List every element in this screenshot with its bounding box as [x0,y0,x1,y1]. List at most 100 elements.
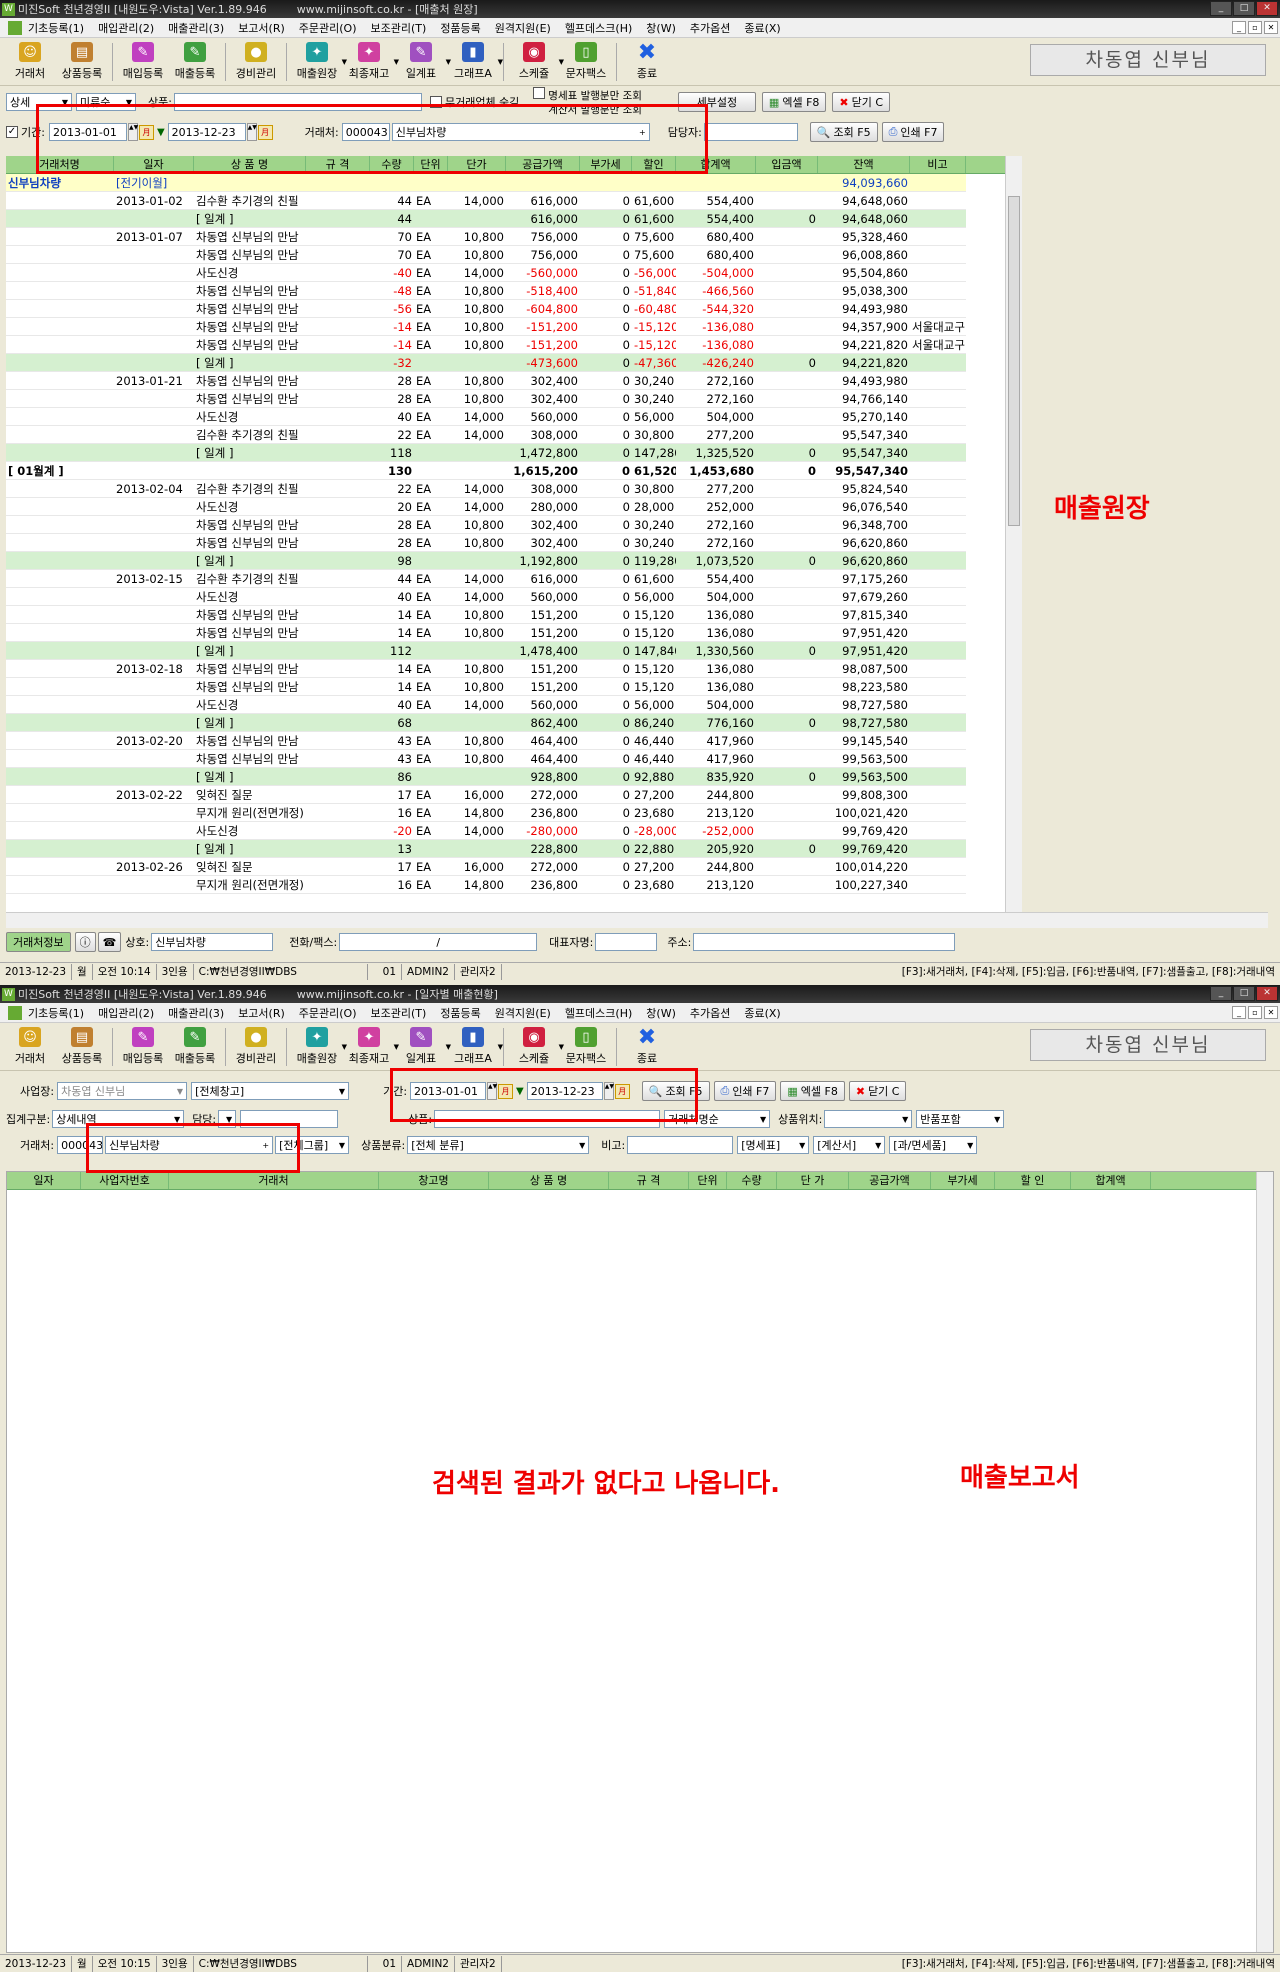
client-info-tab[interactable]: 거래처정보 [6,932,71,952]
ceo-input[interactable] [595,933,658,951]
menu-item[interactable]: 정품등록 [440,20,480,36]
sort-select[interactable]: 미류순 ▼ [76,93,136,111]
toolbar-ledger-button[interactable]: ✦ 매출원장 [291,40,347,84]
table-row[interactable]: [ 일계 ] 86 928,800 0 92,880 835,920 0 99,563,500 [6,768,1022,786]
table-row[interactable]: [ 일계 ]1181,472,8000147,2801,325,520095,5… [6,444,1022,462]
close-button[interactable]: ✖ 닫기 C [848,1081,907,1101]
print-button[interactable]: ⎙ 인쇄 F7 [713,1081,777,1101]
mdi-close-button[interactable]: ✕ [1264,1006,1278,1019]
menu-item[interactable]: 주문관리(O) [299,20,357,36]
taxfree-select[interactable]: [과/면세품] ▼ [889,1136,978,1154]
column-header[interactable]: 단 가 [777,1172,849,1189]
calendar-icon[interactable]: 月 [498,1083,514,1099]
date-from-spinner[interactable]: ▲▼ [487,1082,497,1100]
close-window-button[interactable]: ✕ [1256,1,1278,16]
client-code-input[interactable]: 000043 [57,1136,104,1154]
excel-button[interactable]: ▦ 엑셀 F8 [761,92,827,112]
menu-item[interactable]: 원격지원(E) [495,1005,551,1021]
menu-item[interactable]: 보고서(R) [238,20,285,36]
column-header[interactable]: 상 품 명 [489,1172,609,1189]
table-row[interactable]: [ 일계 ] 68 862,400 0 86,240 776,160 0 98,727,580 [6,714,1022,732]
toolbar-daily-button[interactable]: ✎ 일계표 [395,1025,451,1069]
address-input[interactable] [693,933,956,951]
column-header[interactable]: 공급가액 [506,156,580,173]
date-to-spinner[interactable]: ▲▼ [246,123,257,141]
table-row[interactable]: 사도신경 20 EA 14,000 280,000 0 28,000 252,000 96,07… [6,498,1022,516]
table-row[interactable]: [ 01월계 ] 130 1,615,200 0 61,520 1,453,680 0 95,… [6,462,1022,480]
column-header[interactable]: 공급가액 [849,1172,931,1189]
column-header[interactable]: 부가세 [931,1172,995,1189]
table-row[interactable]: 2013-01-02 김수환 추기경의 친필 44 EA 14,000 616,000 0 6… [6,192,1022,210]
return-select[interactable]: 반품포함 ▼ [916,1110,1005,1128]
menu-item[interactable]: 종료(X) [744,20,780,36]
calendar-icon[interactable]: 月 [138,124,154,140]
mdi-restore-button[interactable]: ▫ [1248,21,1262,34]
maximize-button[interactable]: □ [1233,986,1255,1001]
menu-item[interactable]: 창(W) [646,1005,676,1021]
mdi-close-button[interactable]: ✕ [1264,21,1278,34]
date-from-input[interactable]: 2013-01-01 [48,123,127,141]
table-row[interactable]: 차동엽 신부님의 만남 28 EA 10,800 302,400 0 30,240 272,1… [6,390,1022,408]
column-header[interactable]: 사업자번호 [81,1172,169,1189]
client-name-input[interactable]: 신부님차량 + [105,1136,274,1154]
table-row[interactable]: 차동엽 신부님의 만남 -48 EA 10,800 -518,400 0 -51,840 -4… [6,282,1022,300]
table-row[interactable]: [ 일계 ]1121,478,4000147,8401,330,560097,9… [6,642,1022,660]
column-header[interactable]: 할 인 [995,1172,1071,1189]
table-row[interactable]: [ 일계 ] 44 616,000 0 61,600 554,400 0 94,648,060 [6,210,1022,228]
column-header[interactable]: 단위 [689,1172,727,1189]
toolbar-sms-button[interactable]: ▯ 문자팩스 [560,40,612,84]
menu-item[interactable]: 주문관리(O) [299,1005,357,1021]
column-header[interactable]: 규 격 [306,156,370,173]
scroll-thumb[interactable] [1008,196,1020,526]
menu-item[interactable]: 종료(X) [744,1005,780,1021]
calendar-icon[interactable]: 月 [257,124,273,140]
table-row[interactable]: 사도신경 -40 EA 14,000 -560,000 0 -56,000 -504,000 9… [6,264,1022,282]
table-row[interactable]: 2013-02-20 차동엽 신부님의 만남 43 EA 10,800 464,400 0 4… [6,732,1022,750]
column-header[interactable]: 수량 [727,1172,777,1189]
column-header[interactable]: 거래처명 [6,156,114,173]
table-row[interactable]: 2013-01-07 차동엽 신부님의 만남 70 EA 10,800 756,000 0 7… [6,228,1022,246]
menu-item[interactable]: 매입관리(2) [98,20,154,36]
column-header[interactable]: 잔액 [818,156,910,173]
product-input[interactable] [434,1110,661,1128]
lookup-plus-icon[interactable]: + [636,128,646,137]
table-row[interactable]: 차동엽 신부님의 만남 28 EA 10,800 302,400 0 30,240 272,1… [6,516,1022,534]
date-to-spinner[interactable]: ▲▼ [603,1082,614,1100]
toolbar-sms-button[interactable]: ▯ 문자팩스 [560,1025,612,1069]
date-from-input[interactable]: 2013-01-01 [410,1082,487,1100]
toolbar-graph-button[interactable]: ▮ 그래프A [447,40,503,84]
toolbar-graph-button[interactable]: ▮ 그래프A [447,1025,503,1069]
toolbar-exit-button[interactable]: ✖ 종료 [621,1025,673,1069]
table-row[interactable]: 차동엽 신부님의 만남 14 EA 10,800 151,200 0 15,120 136,0… [6,678,1022,696]
menu-item[interactable]: 보고서(R) [238,1005,285,1021]
mdi-restore-button[interactable]: ▫ [1248,1006,1262,1019]
date-to-input[interactable]: 2013-12-23 [526,1082,603,1100]
manager-input[interactable] [240,1110,339,1128]
toolbar-purchase-button[interactable]: ✎ 매입등록 [117,1025,169,1069]
mdi-minimize-button[interactable]: _ [1232,1006,1246,1019]
print-button[interactable]: ⎙ 인쇄 F7 [881,122,945,142]
info-icon-button[interactable]: ⓘ [74,932,96,952]
detail-setup-button[interactable]: 세부설정 [677,92,756,112]
menu-item[interactable]: 매출관리(3) [168,20,224,36]
menu-item[interactable]: 매출관리(3) [168,1005,224,1021]
close-button[interactable]: ✖ 닫기 C [832,92,891,112]
table-row[interactable]: 차동엽 신부님의 만남 28 EA 10,800 302,400 0 30,240 272,1… [6,534,1022,552]
shop-input[interactable]: 신부님차량 [151,933,274,951]
group-select[interactable]: [전체그룹] ▼ [275,1136,350,1154]
column-header[interactable]: 거래처 [169,1172,379,1189]
toolbar-exit-button[interactable]: ✖ 종료 [621,40,673,84]
category-select[interactable]: [전체 분류] ▼ [407,1136,590,1154]
table-row[interactable]: 2013-02-04 김수환 추기경의 친필 22 EA 14,000 308,000 0 3… [6,480,1022,498]
horizontal-scrollbar[interactable] [6,912,1268,928]
table-row[interactable]: [ 일계 ] -32 -473,600 0 -47,360 -426,240 0 94,221… [6,354,1022,372]
business-select[interactable]: 차동엽 신부님 ▼ [57,1082,188,1100]
date-to-input[interactable]: 2013-12-23 [167,123,246,141]
calendar-icon[interactable]: 月 [614,1083,630,1099]
range-arrow-icon[interactable]: ▼ [157,127,165,138]
table-row[interactable]: 2013-02-26 잊혀진 질문 17 EA 16,000 272,000 0 27,200… [6,858,1022,876]
menu-item[interactable]: 보조관리(T) [371,20,427,36]
table-row[interactable]: [ 일계 ] 13 228,800 0 22,880 205,920 0 99,769,420 [6,840,1022,858]
hide-no-trade-checkbox[interactable] [429,96,442,108]
table-row[interactable]: 사도신경 -20 EA 14,000 -280,000 0 -28,000 -252,000 9… [6,822,1022,840]
